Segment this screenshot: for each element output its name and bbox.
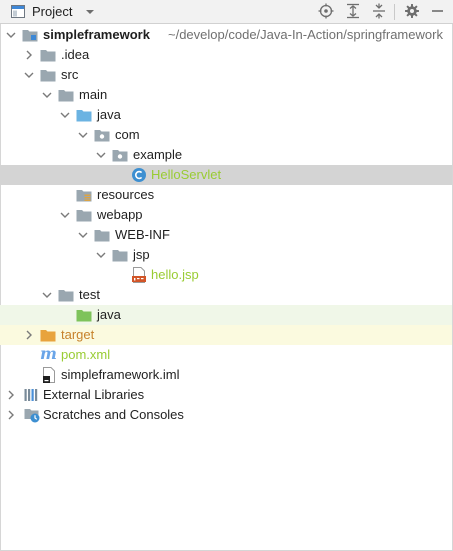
tree-node-hello-jsp[interactable]: hello.jsp <box>0 265 452 285</box>
tree-node-test[interactable]: test <box>0 285 452 305</box>
folder-icon <box>94 230 110 242</box>
jsp-file-icon <box>132 267 146 283</box>
maven-icon: m <box>40 344 57 363</box>
tree-node-label: webapp <box>97 207 143 222</box>
tree-node-label: src <box>61 67 79 82</box>
tree-node-example[interactable]: example <box>0 145 452 165</box>
tree-node-main[interactable]: main <box>0 85 452 105</box>
chevron-down-icon[interactable] <box>60 110 70 120</box>
tree-node-label: hello.jsp <box>151 267 199 282</box>
folder-icon <box>58 90 74 102</box>
chevron-down-icon[interactable] <box>60 210 70 220</box>
tree-node-label: pom.xml <box>61 347 111 362</box>
chevron-down-icon[interactable] <box>96 150 106 160</box>
tree-node-label: example <box>133 147 183 162</box>
chevron-right-icon[interactable] <box>24 50 34 60</box>
resources-folder-icon <box>76 190 92 202</box>
java-class-icon <box>132 168 146 182</box>
view-title[interactable]: Project <box>32 4 72 19</box>
library-icon <box>24 389 38 401</box>
collapse-all-icon[interactable] <box>371 3 387 19</box>
folder-icon <box>40 70 56 82</box>
tree-node-label: com <box>115 127 140 142</box>
chevron-right-icon[interactable] <box>6 410 16 420</box>
tree-node-jsp[interactable]: jsp <box>0 245 452 265</box>
tree-node-external-libraries[interactable]: External Libraries <box>0 385 452 405</box>
excluded-folder-icon <box>40 330 56 342</box>
tree-node-root[interactable]: simpleframework ~/develop/code/Java-In-A… <box>0 25 452 45</box>
tree-node-webapp[interactable]: webapp <box>0 205 452 225</box>
tree-node-iml[interactable]: simpleframework.iml <box>0 365 452 385</box>
chevron-down-icon[interactable] <box>42 90 52 100</box>
tree-node-label: Scratches and Consoles <box>43 407 184 422</box>
package-icon <box>112 150 128 162</box>
test-source-folder-icon <box>76 310 92 322</box>
tree-node-label: WEB-INF <box>115 227 170 242</box>
tree-node-label: target <box>61 327 95 342</box>
folder-icon <box>40 50 56 62</box>
locate-icon[interactable] <box>318 3 334 19</box>
tree-node-label: .idea <box>61 47 90 62</box>
expand-all-icon[interactable] <box>345 3 361 19</box>
tree-node-test-java[interactable]: java <box>0 305 452 325</box>
chevron-down-icon[interactable] <box>6 30 16 40</box>
tree-node-label: HelloServlet <box>151 167 222 182</box>
tree-node-label: simpleframework.iml <box>61 367 180 382</box>
tree-node-resources[interactable]: resources <box>0 185 452 205</box>
tree-node-label: External Libraries <box>43 387 145 402</box>
tree-node-idea[interactable]: .idea <box>0 45 452 65</box>
gear-icon[interactable] <box>404 3 420 19</box>
hide-icon[interactable] <box>430 3 446 19</box>
tree-node-com[interactable]: com <box>0 125 452 145</box>
toolbar-separator <box>394 4 395 20</box>
module-path: ~/develop/code/Java-In-Action/springfram… <box>168 27 443 42</box>
tree-node-label: jsp <box>133 247 150 262</box>
tree-node-label: java <box>97 307 121 322</box>
chevron-down-icon[interactable] <box>24 70 34 80</box>
module-folder-icon <box>22 30 38 42</box>
tree-node-src[interactable]: src <box>0 65 452 85</box>
tree-node-label: simpleframework <box>43 27 150 42</box>
tree-node-label: resources <box>97 187 155 202</box>
tree-node-pom[interactable]: m pom.xml <box>0 345 452 365</box>
chevron-down-icon[interactable] <box>96 250 106 260</box>
chevron-down-icon[interactable] <box>84 7 96 17</box>
chevron-down-icon[interactable] <box>42 290 52 300</box>
chevron-right-icon[interactable] <box>24 330 34 340</box>
tree-node-hello-servlet[interactable]: HelloServlet <box>0 165 452 185</box>
tree-node-scratches[interactable]: Scratches and Consoles <box>0 405 452 425</box>
chevron-down-icon[interactable] <box>78 230 88 240</box>
tree-node-web-inf[interactable]: WEB-INF <box>0 225 452 245</box>
tree-node-java[interactable]: java <box>0 105 452 125</box>
project-view-icon <box>11 5 25 18</box>
chevron-right-icon[interactable] <box>6 390 16 400</box>
tree-node-label: java <box>97 107 121 122</box>
tree-node-target[interactable]: target <box>0 325 452 345</box>
source-folder-icon <box>76 110 92 122</box>
tree-node-label: test <box>79 287 100 302</box>
tree-node-label: main <box>79 87 108 102</box>
folder-icon <box>76 210 92 222</box>
package-icon <box>94 130 110 142</box>
folder-icon <box>58 290 74 302</box>
scratches-icon <box>24 409 40 423</box>
tool-window-header: Project <box>0 0 453 24</box>
folder-icon <box>112 250 128 262</box>
project-tree: simpleframework ~/develop/code/Java-In-A… <box>0 25 452 551</box>
iml-file-icon <box>43 367 55 383</box>
chevron-down-icon[interactable] <box>78 130 88 140</box>
